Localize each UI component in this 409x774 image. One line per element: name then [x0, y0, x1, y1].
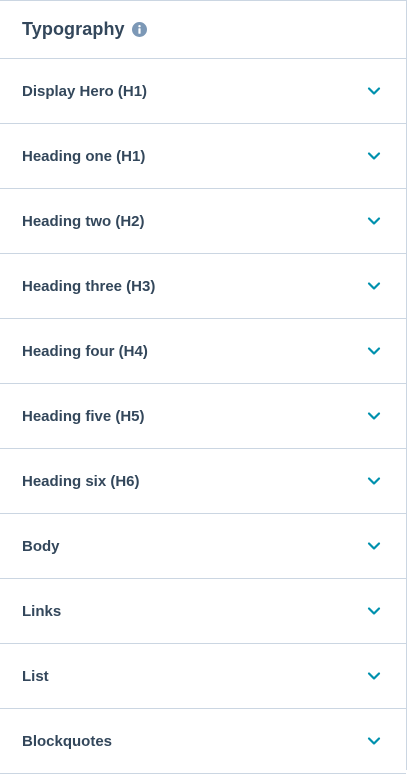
section-label: Heading five (H5) — [22, 407, 145, 425]
chevron-down-icon[interactable] — [366, 278, 382, 294]
info-icon[interactable] — [131, 22, 147, 37]
section-label: Heading four (H4) — [22, 342, 148, 360]
section-blockquotes[interactable]: Blockquotes — [0, 709, 406, 774]
section-heading-four[interactable]: Heading four (H4) — [0, 319, 406, 384]
chevron-down-icon[interactable] — [366, 148, 382, 164]
section-label: Body — [22, 537, 60, 555]
panel-title: Typography — [22, 19, 125, 39]
section-heading-three[interactable]: Heading three (H3) — [0, 254, 406, 319]
section-display-hero[interactable]: Display Hero (H1) — [0, 59, 406, 124]
panel-header: Typography — [0, 1, 406, 59]
section-label: List — [22, 667, 49, 685]
chevron-down-icon[interactable] — [366, 343, 382, 359]
chevron-down-icon[interactable] — [366, 603, 382, 619]
section-label: Blockquotes — [22, 732, 113, 750]
section-heading-five[interactable]: Heading five (H5) — [0, 384, 406, 449]
section-body[interactable]: Body — [0, 514, 406, 579]
section-heading-two[interactable]: Heading two (H2) — [0, 189, 406, 254]
chevron-down-icon[interactable] — [366, 538, 382, 554]
section-label: Heading two (H2) — [22, 212, 145, 230]
chevron-down-icon[interactable] — [366, 733, 382, 749]
section-label: Heading three (H3) — [22, 277, 156, 295]
section-label: Heading six (H6) — [22, 472, 140, 490]
section-list: Display Hero (H1) Heading one (H1) Headi… — [0, 59, 406, 774]
chevron-down-icon[interactable] — [366, 83, 382, 99]
section-label: Display Hero (H1) — [22, 82, 148, 100]
chevron-down-icon[interactable] — [366, 473, 382, 489]
section-heading-six[interactable]: Heading six (H6) — [0, 449, 406, 514]
typography-panel: Typography Display Hero (H1) Heading one… — [0, 0, 407, 774]
section-links[interactable]: Links — [0, 579, 406, 644]
chevron-down-icon[interactable] — [366, 213, 382, 229]
chevron-down-icon[interactable] — [366, 408, 382, 424]
section-heading-one[interactable]: Heading one (H1) — [0, 124, 406, 189]
section-label: Heading one (H1) — [22, 147, 146, 165]
section-list[interactable]: List — [0, 644, 406, 709]
chevron-down-icon[interactable] — [366, 668, 382, 684]
section-label: Links — [22, 602, 62, 620]
